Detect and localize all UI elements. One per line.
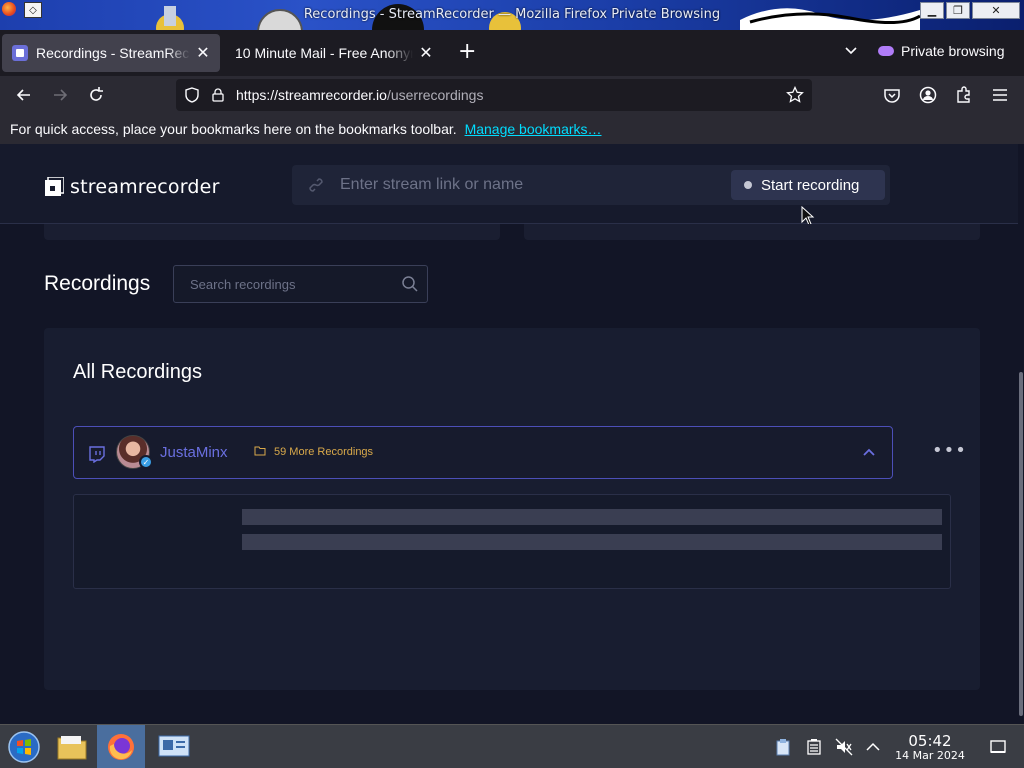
tab-strip: Recordings - StreamRecorder ✕ 10 Minute … — [0, 30, 1024, 76]
page-scrollbar[interactable] — [1018, 144, 1024, 724]
firefox-icon — [108, 734, 134, 760]
chevron-down-icon[interactable] — [844, 44, 858, 58]
pocket-icon[interactable] — [882, 85, 902, 105]
taskbar-clock[interactable]: 05:42 14 Mar 2024 — [892, 733, 968, 763]
logo-mark-icon — [45, 177, 64, 196]
control-panel-icon — [158, 735, 190, 757]
screen: { "window": { "title": "Recordings - Str… — [0, 0, 1024, 768]
link-icon — [309, 178, 323, 192]
minimize-button[interactable]: ▁ — [920, 2, 944, 19]
chevron-up-icon[interactable] — [862, 445, 876, 459]
tab-close-icon[interactable]: ✕ — [417, 43, 435, 63]
record-dot-icon — [744, 181, 752, 189]
address-bar[interactable]: https://streamrecorder.io/userrecordings — [176, 79, 812, 111]
tab-label: Recordings - StreamRecorder — [36, 45, 190, 61]
hamburger-menu-icon[interactable] — [990, 85, 1010, 105]
close-button[interactable]: ✕ — [972, 2, 1020, 19]
loading-skeleton-line — [242, 534, 942, 550]
streamrecorder-logo[interactable]: streamrecorder — [44, 176, 220, 198]
new-tab-button[interactable]: + — [458, 41, 476, 63]
all-recordings-title: All Recordings — [73, 361, 202, 383]
clipboard-tray-icon[interactable] — [774, 738, 792, 756]
twitch-icon — [89, 446, 105, 463]
streamrecorder-favicon-icon — [12, 45, 28, 61]
summary-card-right — [524, 224, 980, 240]
verified-badge-icon: ✓ — [139, 455, 153, 469]
start-recording-label: Start recording — [761, 176, 860, 194]
chevron-up-icon[interactable] — [864, 738, 882, 756]
url-path: /userrecordings — [386, 87, 484, 103]
firefox-taskbar-button[interactable] — [97, 725, 145, 768]
url-text[interactable]: https://streamrecorder.io/userrecordings — [236, 87, 483, 103]
more-options-button[interactable]: ••• — [932, 442, 967, 460]
all-recordings-panel: All Recordings ✓ JustaMinx 59 More Recor… — [44, 328, 980, 690]
stream-link-placeholder: Enter stream link or name — [340, 176, 524, 193]
bookmarks-hint-text: For quick access, place your bookmarks h… — [10, 121, 457, 137]
window-controls: ▁ ❐ ✕ — [920, 2, 1020, 19]
maximize-button[interactable]: ❐ — [946, 2, 970, 19]
tab-recordings[interactable]: Recordings - StreamRecorder ✕ — [2, 34, 220, 72]
search-recordings-input[interactable]: Search recordings — [173, 265, 428, 303]
start-menu-button[interactable] — [0, 725, 48, 768]
file-manager-button[interactable] — [48, 725, 96, 768]
web-page: streamrecorder Enter stream link or name… — [0, 144, 1018, 724]
battery-tray-icon[interactable] — [805, 738, 823, 756]
bookmarks-toolbar: For quick access, place your bookmarks h… — [0, 114, 1024, 144]
show-desktop-icon[interactable] — [989, 738, 1007, 756]
window-titlebar: ◇ Recordings - StreamRecorder — Mozilla … — [0, 0, 1024, 30]
mouse-cursor-icon — [801, 206, 815, 226]
recordings-heading: Recordings — [44, 272, 151, 295]
window-title: Recordings - StreamRecorder — Mozilla Fi… — [303, 7, 721, 22]
streamer-name[interactable]: JustaMinx — [160, 444, 228, 461]
clock-time: 05:42 — [908, 732, 952, 750]
search-recordings-placeholder: Search recordings — [190, 277, 296, 292]
extensions-puzzle-icon[interactable] — [954, 85, 974, 105]
os-taskbar: 05:42 14 Mar 2024 — [0, 724, 1024, 768]
windows-start-icon — [8, 731, 40, 763]
tab-10-minute-mail[interactable]: 10 Minute Mail - Free Anonymous Email ✕ — [226, 34, 442, 72]
forward-arrow-icon[interactable] — [50, 85, 70, 105]
private-browsing-indicator: Private browsing — [878, 43, 1005, 59]
logo-text: streamrecorder — [70, 176, 220, 198]
private-browsing-label: Private browsing — [901, 43, 1005, 59]
tab-label: 10 Minute Mail - Free Anonymous Email — [235, 45, 413, 61]
scrollbar-thumb[interactable] — [1019, 372, 1023, 716]
tracking-protection-shield-icon[interactable] — [185, 87, 199, 103]
bookmark-star-icon[interactable] — [786, 86, 804, 104]
manage-bookmarks-link[interactable]: Manage bookmarks… — [465, 121, 602, 137]
search-icon[interactable] — [401, 275, 419, 293]
tab-close-icon[interactable]: ✕ — [194, 43, 212, 63]
streamer-row[interactable]: ✓ JustaMinx 59 More Recordings — [73, 426, 893, 479]
folder-icon — [254, 446, 266, 456]
account-icon[interactable] — [918, 85, 938, 105]
control-panel-button[interactable] — [150, 725, 198, 768]
clock-date: 14 Mar 2024 — [895, 749, 965, 762]
url-host: https://streamrecorder.io — [236, 87, 387, 103]
lock-icon[interactable] — [212, 88, 224, 102]
loading-skeleton-line — [242, 509, 942, 525]
site-header: streamrecorder Enter stream link or name… — [0, 144, 1018, 226]
reload-icon[interactable] — [86, 85, 106, 105]
start-recording-button[interactable]: Start recording — [731, 170, 885, 200]
volume-muted-icon[interactable] — [835, 738, 853, 756]
private-mask-icon — [878, 46, 894, 56]
more-recordings-count[interactable]: 59 More Recordings — [274, 446, 373, 458]
navigation-toolbar: https://streamrecorder.io/userrecordings — [0, 76, 1024, 114]
stream-link-input[interactable]: Enter stream link or name Start recordin… — [292, 165, 890, 205]
summary-card-left — [44, 224, 500, 240]
back-arrow-icon[interactable] — [14, 85, 34, 105]
recording-loading-card — [73, 494, 951, 589]
folder-icon — [57, 736, 87, 760]
